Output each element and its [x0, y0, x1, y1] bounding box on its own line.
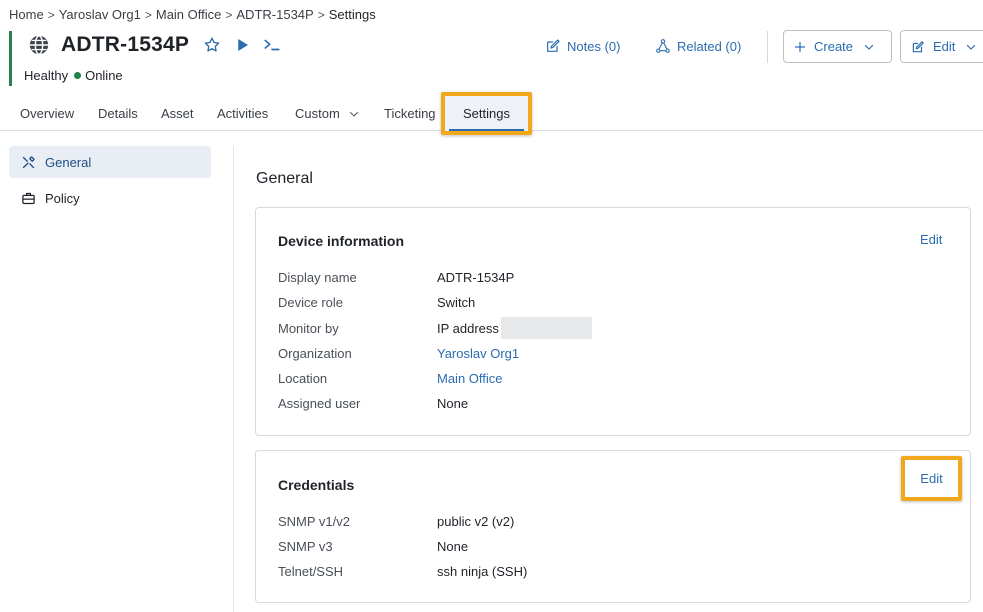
sidebar-item-general[interactable]: General	[9, 146, 211, 178]
create-button[interactable]: Create	[783, 30, 892, 63]
chevron-down-icon	[967, 44, 976, 50]
edit-icon	[912, 40, 924, 52]
health-status: Healthy	[24, 68, 69, 83]
field-value: ADTR-1534P	[437, 270, 515, 285]
breadcrumb-separator: >	[317, 7, 325, 22]
tab-label: Activities	[217, 106, 269, 121]
field-label: Telnet/SSH	[278, 564, 344, 579]
device-status: Healthy Online	[24, 68, 123, 83]
notes-button[interactable]: Notes (0)	[545, 38, 620, 54]
create-label: Create	[814, 39, 854, 54]
related-button[interactable]: Related (0)	[655, 38, 741, 54]
cred-row-telnet-ssh: Telnet/SSH ssh ninja (SSH)	[278, 564, 527, 579]
chevron-down-icon	[864, 44, 874, 50]
field-label: Location	[278, 371, 328, 386]
breadcrumb-device[interactable]: ADTR-1534P	[236, 7, 313, 22]
terminal-icon[interactable]	[261, 36, 283, 54]
info-row-display-name: Display name ADTR-1534P	[278, 270, 514, 285]
field-label: SNMP v3	[278, 539, 333, 554]
field-value: None	[437, 539, 469, 554]
title-row: ADTR-1534P	[28, 33, 283, 57]
online-status-dot	[74, 72, 82, 79]
redacted-ip-address	[500, 317, 592, 339]
tab-asset[interactable]: Asset	[161, 106, 194, 121]
sidebar-item-policy[interactable]: Policy	[9, 182, 211, 214]
field-value: public v2 (v2)	[437, 514, 515, 529]
header-divider	[767, 31, 768, 63]
breadcrumb-separator: >	[144, 7, 152, 22]
chevron-down-icon	[349, 111, 358, 116]
tab-ticketing[interactable]: Ticketing	[384, 106, 436, 121]
play-icon[interactable]	[233, 36, 251, 54]
breadcrumb-separator: >	[47, 7, 55, 22]
breadcrumb-location[interactable]: Main Office	[156, 7, 222, 22]
tab-label: Asset	[161, 106, 194, 121]
plus-icon	[794, 41, 806, 52]
card-title: Device information	[278, 233, 405, 249]
related-label: Related (0)	[677, 38, 742, 54]
field-value: Switch	[437, 295, 476, 310]
edit-note-icon	[547, 39, 560, 52]
info-row-location: Location Main Office	[278, 371, 503, 386]
cred-row-snmp-v1v2: SNMP v1/v2 public v2 (v2)	[278, 514, 514, 529]
device-information-card: Device information Edit Display name ADT…	[255, 207, 971, 436]
device-header: ADTR-1534P Healthy Online	[9, 31, 280, 86]
tab-label: Details	[98, 106, 138, 121]
location-link[interactable]: Main Office	[437, 371, 503, 386]
online-status: Online	[85, 68, 123, 83]
notes-label: Notes (0)	[567, 38, 621, 54]
tab-details[interactable]: Details	[98, 106, 138, 121]
tab-label: Custom	[295, 106, 340, 121]
tab-label: Ticketing	[384, 106, 436, 121]
edit-menu-label: Edit	[933, 39, 956, 54]
tab-activities[interactable]: Activities	[217, 106, 268, 121]
breadcrumb-home[interactable]: Home	[9, 7, 44, 22]
tab-overview[interactable]: Overview	[20, 106, 74, 121]
cred-row-snmp-v3: SNMP v3 None	[278, 539, 468, 554]
field-value-container: IP address	[437, 317, 592, 339]
breadcrumb-current: Settings	[328, 7, 376, 22]
field-value: ssh ninja (SSH)	[437, 564, 528, 579]
field-value: None	[437, 396, 469, 411]
card-title: Credentials	[278, 477, 355, 493]
field-label: Display name	[278, 270, 357, 285]
tools-icon	[22, 155, 35, 168]
field-label: Organization	[278, 346, 352, 361]
section-title: General	[256, 170, 313, 187]
field-label: Assigned user	[278, 396, 361, 411]
edit-menu-button[interactable]: Edit	[900, 30, 983, 63]
globe-icon	[29, 35, 49, 55]
field-label: SNMP v1/v2	[278, 514, 351, 529]
breadcrumb-separator: >	[225, 7, 233, 22]
edit-credentials-label: Edit	[920, 471, 943, 486]
breadcrumb-organization[interactable]: Yaroslav Org1	[59, 7, 141, 22]
organization-link[interactable]: Yaroslav Org1	[437, 346, 519, 361]
page-title: ADTR-1534P	[61, 33, 190, 56]
sidebar-divider	[233, 146, 234, 612]
info-row-device-role: Device role Switch	[278, 295, 475, 310]
info-row-assigned-user: Assigned user None	[278, 396, 468, 411]
tab-label: Settings	[463, 106, 510, 121]
edit-credentials-button[interactable]: Edit	[901, 456, 962, 501]
info-row-organization: Organization Yaroslav Org1	[278, 346, 519, 361]
breadcrumb: Home > Yaroslav Org1 > Main Office > ADT…	[9, 7, 376, 22]
field-value: IP address	[437, 320, 499, 336]
star-icon[interactable]	[203, 36, 221, 54]
tab-label: Overview	[20, 106, 75, 121]
edit-device-information-button[interactable]: Edit	[920, 232, 942, 247]
sidebar-item-label: Policy	[45, 190, 80, 206]
sidebar-item-label: General	[45, 154, 92, 170]
field-label: Monitor by	[278, 321, 339, 336]
tab-settings[interactable]: Settings	[441, 92, 532, 135]
briefcase-icon	[22, 192, 35, 204]
credentials-card: Credentials Edit SNMP v1/v2 public v2 (v…	[255, 450, 971, 603]
tab-custom[interactable]: Custom	[295, 106, 360, 121]
field-label: Device role	[278, 295, 344, 310]
info-row-monitor-by: Monitor by IP address	[278, 317, 592, 339]
related-icon	[656, 39, 670, 53]
